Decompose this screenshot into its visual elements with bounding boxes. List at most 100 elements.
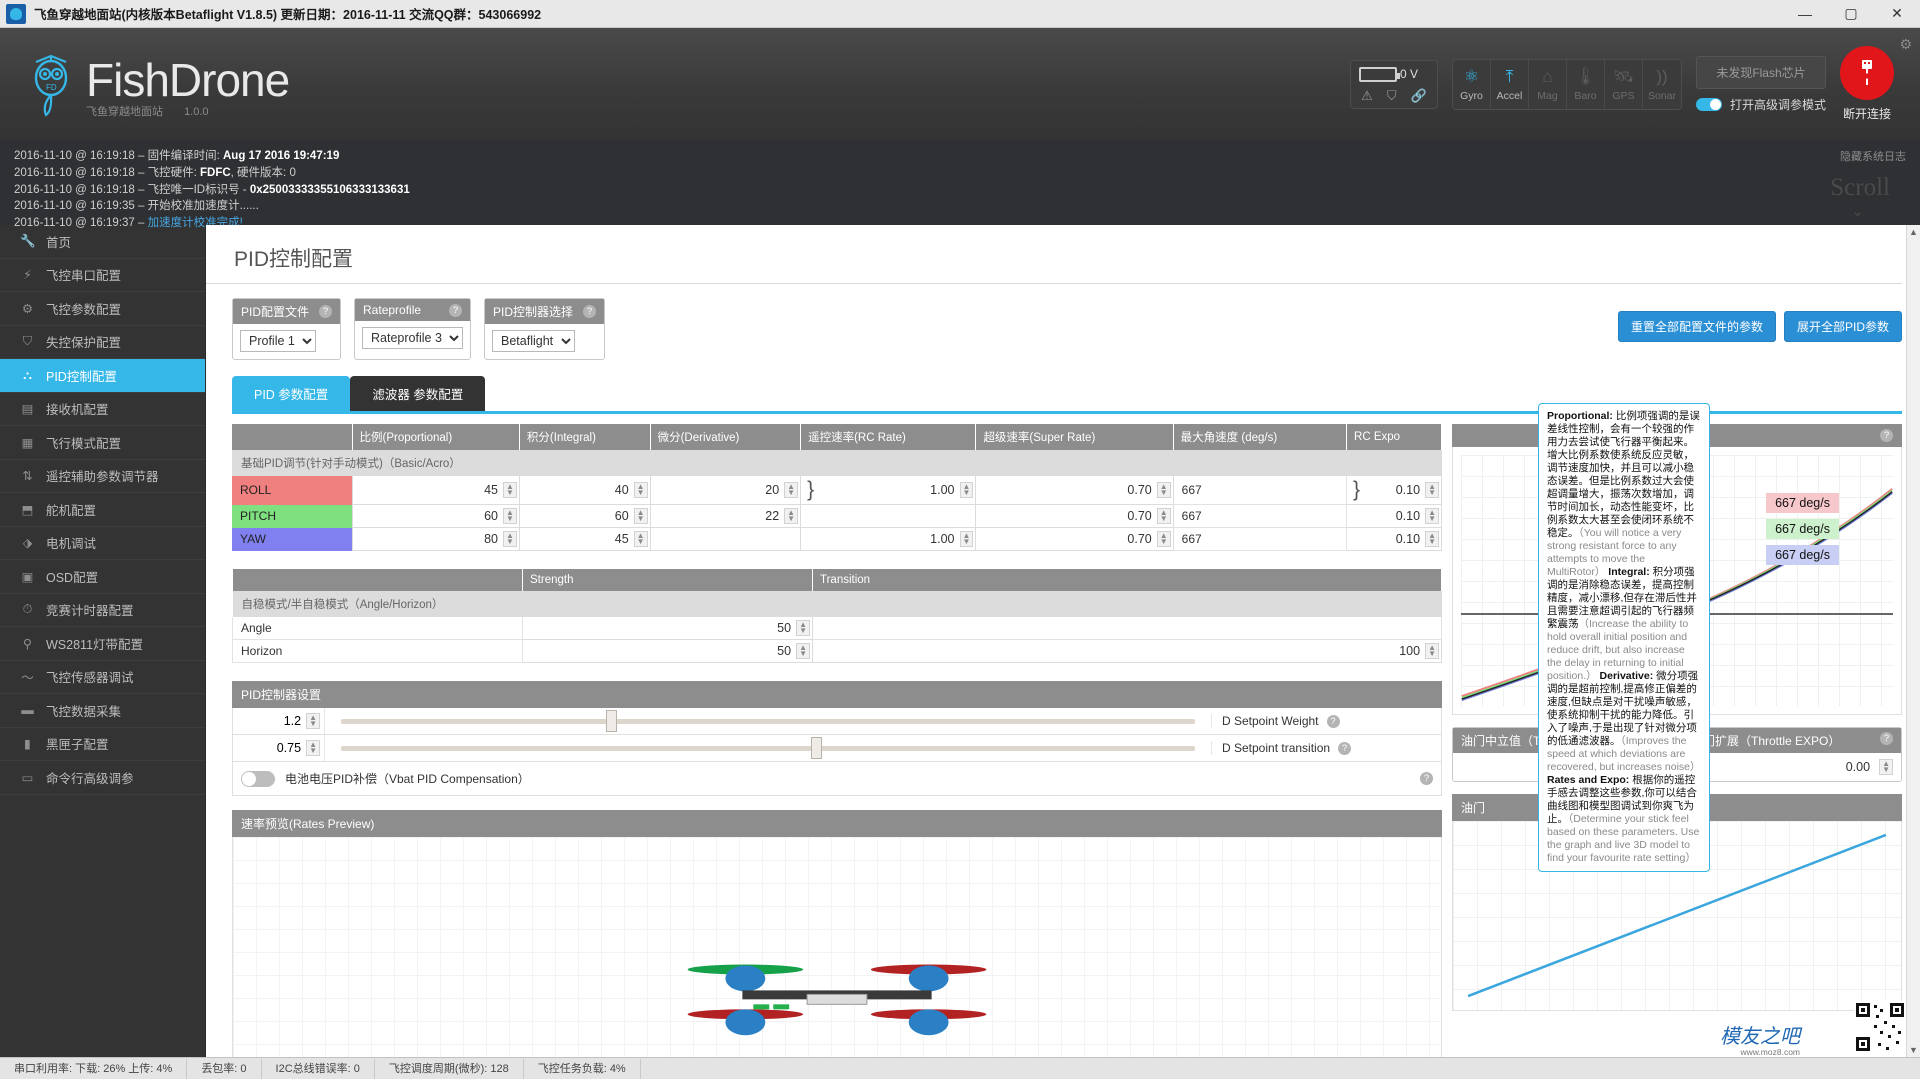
col-integral: 积分(Integral) [519, 424, 651, 450]
yaw-rcrate-input[interactable]: 1.00 ▲ ▼ [800, 527, 977, 551]
help-icon[interactable]: ? [449, 303, 463, 317]
blackbox-icon: ▮ [24, 737, 31, 752]
sensor-accel: ⤒ Accel [1491, 59, 1529, 109]
throttle-expo-box: 油门扩展（Throttle EXPO）? 0.00 ▲ ▼ [1682, 727, 1902, 782]
sidebar-item-ledstrip[interactable]: ⚲ WS2811灯带配置 [0, 627, 205, 661]
parachute-icon: ⛉ [22, 334, 33, 349]
yaw-superrate-input[interactable]: 0.70 ▲ ▼ [975, 527, 1174, 551]
pitch-rcrate-input[interactable] [800, 504, 977, 528]
angle-strength-input[interactable]: 50 ▲ ▼ [522, 617, 813, 640]
help-icon[interactable]: ? [319, 305, 333, 318]
sensor-label: Sonar [1647, 89, 1676, 102]
sidebar-item-label: 飞控参数配置 [46, 302, 122, 317]
horizon-strength-input[interactable]: 50 ▲ ▼ [522, 639, 813, 663]
osd-icon: ▣ [21, 569, 34, 584]
sidebar-item-motors[interactable]: ⬗ 电机调试 [0, 527, 205, 560]
sidebar-item-receiver[interactable]: ▤ 接收机配置 [0, 393, 205, 426]
hide-log-link[interactable]: 隐藏系统日志 [1840, 148, 1906, 164]
sidebar-item-label: 飞控串口配置 [46, 269, 122, 284]
sidebar-item-modes[interactable]: ▦ 飞行模式配置 [0, 426, 205, 460]
pitch-d-input[interactable]: 22 ▲ ▼ [649, 504, 802, 528]
sidebar-item-logging[interactable]: ▬ 飞控数据采集 [0, 694, 205, 728]
baro-icon: 🌡 [1574, 66, 1597, 86]
pid-controller-selector: PID控制器选择? Betaflight [484, 298, 606, 360]
yaw-p-input[interactable]: 80 ▲ ▼ [351, 527, 520, 551]
watermark-text: 模友之吧 [1720, 1026, 1800, 1048]
rateprofile-selector: Rateprofile? Rateprofile 3 [354, 298, 472, 360]
rates-preview-3d[interactable] [232, 837, 1442, 1057]
reset-profiles-button[interactable]: 重置全部配置文件的参数 [1617, 311, 1776, 342]
connect-button[interactable]: 断开连接 [1840, 46, 1894, 122]
roll-rcrate-input[interactable]: } 1.00 ▲ ▼ [800, 476, 977, 505]
help-icon[interactable]: ? [1880, 732, 1893, 745]
roll-superrate-input[interactable]: 0.70 ▲ ▼ [975, 476, 1174, 505]
sidebar-item-adjustments[interactable]: ⇅ 遥控辅助参数调节器 [0, 460, 205, 493]
sidebar-item-racetimer[interactable]: ⏱ 竞赛计时器配置 [0, 594, 205, 627]
throttle-expo-input[interactable]: 0.00 ▲ ▼ [1683, 753, 1901, 781]
tab-pid-params[interactable]: PID 参数配置 [232, 376, 351, 411]
system-log: 2016-11-10 @ 16:19:18 – 固件编译时间: Aug 17 2… [0, 140, 1920, 229]
sidebar-item-ports[interactable]: ⚡ 飞控串口配置 [0, 259, 205, 292]
pid-profile-select[interactable]: Profile 1 [240, 330, 316, 352]
page-scrollbar[interactable]: ▲ ▼ [1906, 225, 1920, 1057]
throttle-expo-title: 油门扩展（Throttle EXPO） [1691, 734, 1841, 748]
pitch-superrate-input[interactable]: 0.70 ▲ ▼ [975, 504, 1174, 528]
d-setpoint-weight-input[interactable]: 1.2 ▲ ▼ [233, 708, 325, 734]
angle-section-label: 自稳模式/半自稳模式（Angle/Horizon） [232, 591, 1442, 617]
yaw-rcexpo-input[interactable]: 0.10 ▲ ▼ [1346, 527, 1442, 551]
angle-section-row: 自稳模式/半自稳模式（Angle/Horizon） [232, 591, 1442, 617]
pitch-p-input[interactable]: 60 ▲ ▼ [351, 504, 520, 528]
minimize-button[interactable]: — [1782, 0, 1828, 27]
pitch-i-input[interactable]: 60 ▲ ▼ [518, 504, 651, 528]
table-header-row: Strength Transition [232, 569, 1442, 591]
help-icon[interactable]: ? [1338, 741, 1352, 755]
d-setpoint-transition-slider[interactable] [341, 736, 1195, 759]
tab-filter-params[interactable]: 滤波器 参数配置 [350, 376, 486, 411]
maximize-button[interactable]: ▢ [1828, 0, 1874, 27]
close-button[interactable]: ✕ [1874, 0, 1920, 27]
advanced-mode-toggle[interactable] [1695, 97, 1722, 111]
help-icon[interactable]: ? [1880, 429, 1893, 442]
sidebar-item-label: 命令行高级调参 [46, 771, 134, 786]
sidebar-item-servos[interactable]: ⬒ 舵机配置 [0, 493, 205, 527]
rateprofile-select[interactable]: Rateprofile 3 [362, 327, 464, 349]
sidebar-item-cli[interactable]: ▭ 命令行高级调参 [0, 761, 205, 795]
d-setpoint-transition-input[interactable]: 0.75 ▲ ▼ [233, 735, 325, 761]
settings-gear-icon[interactable]: ⚙ [1899, 36, 1912, 53]
roll-rcexpo-input[interactable]: } 0.10 ▲ ▼ [1346, 476, 1442, 505]
pitch-rcexpo-input[interactable]: 0.10 ▲ ▼ [1346, 504, 1442, 528]
expand-all-pid-button[interactable]: 展开全部PID参数 [1783, 311, 1902, 342]
sensor-gyro: ⚛ Gyro [1453, 59, 1491, 109]
yaw-maxvel: 667 [1172, 527, 1348, 551]
flash-chip-button[interactable]: 未发现Flash芯片 [1695, 55, 1826, 89]
scroll-down-icon[interactable]: ▼ [1907, 1045, 1920, 1055]
vbat-compensation-toggle[interactable] [241, 770, 275, 787]
sidebar-item-label: 飞控传感器调试 [46, 671, 134, 686]
sidebar-item-osd[interactable]: ▣ OSD配置 [0, 560, 205, 594]
col-proportional: 比例(Proportional) [352, 424, 520, 450]
roll-p-input[interactable]: 45 ▲ ▼ [351, 476, 520, 505]
sidebar-item-failsafe[interactable]: ⛉ 失控保护配置 [0, 326, 205, 359]
sidebar-item-label: 电机调试 [46, 537, 97, 552]
pid-controller-select[interactable]: Betaflight [492, 330, 576, 352]
yaw-i-input[interactable]: 45 ▲ ▼ [518, 527, 651, 551]
help-icon[interactable]: ? [1420, 772, 1433, 785]
col-rc-rate: 遥控速率(RC Rate) [800, 424, 977, 450]
sidebar-item-sensors[interactable]: 〜飞控传感器调试 [0, 661, 205, 694]
window-controls: — ▢ ✕ [1782, 0, 1920, 27]
sidebar-item-label: 接收机配置 [46, 403, 109, 418]
sidebar-item-configuration[interactable]: ⚙ 飞控参数配置 [0, 292, 205, 326]
scroll-up-icon[interactable]: ▲ [1907, 227, 1920, 237]
table-header-row: 比例(Proportional) 积分(Integral) 微分(Derivat… [232, 424, 1442, 450]
horizon-transition-input[interactable]: 100 ▲ ▼ [812, 639, 1442, 663]
help-icon[interactable]: ? [583, 305, 597, 318]
roll-d-input[interactable]: 20 ▲ ▼ [649, 476, 802, 505]
status-bar: 串口利用率: 下载: 26% 上传: 4% 丢包率: 0 I2C总线错误率: 0… [0, 1057, 1920, 1079]
advanced-mode-label: 打开高级调参模式 [1729, 97, 1826, 112]
d-setpoint-weight-slider[interactable] [341, 709, 1195, 732]
roll-i-input[interactable]: 40 ▲ ▼ [518, 476, 651, 505]
sidebar-item-pid[interactable]: ⛬ PID控制配置 [0, 359, 205, 393]
help-icon[interactable]: ? [1326, 714, 1340, 728]
sidebar-item-blackbox[interactable]: ▮ 黑匣子配置 [0, 728, 205, 761]
pid-table: 比例(Proportional) 积分(Integral) 微分(Derivat… [232, 424, 1442, 551]
